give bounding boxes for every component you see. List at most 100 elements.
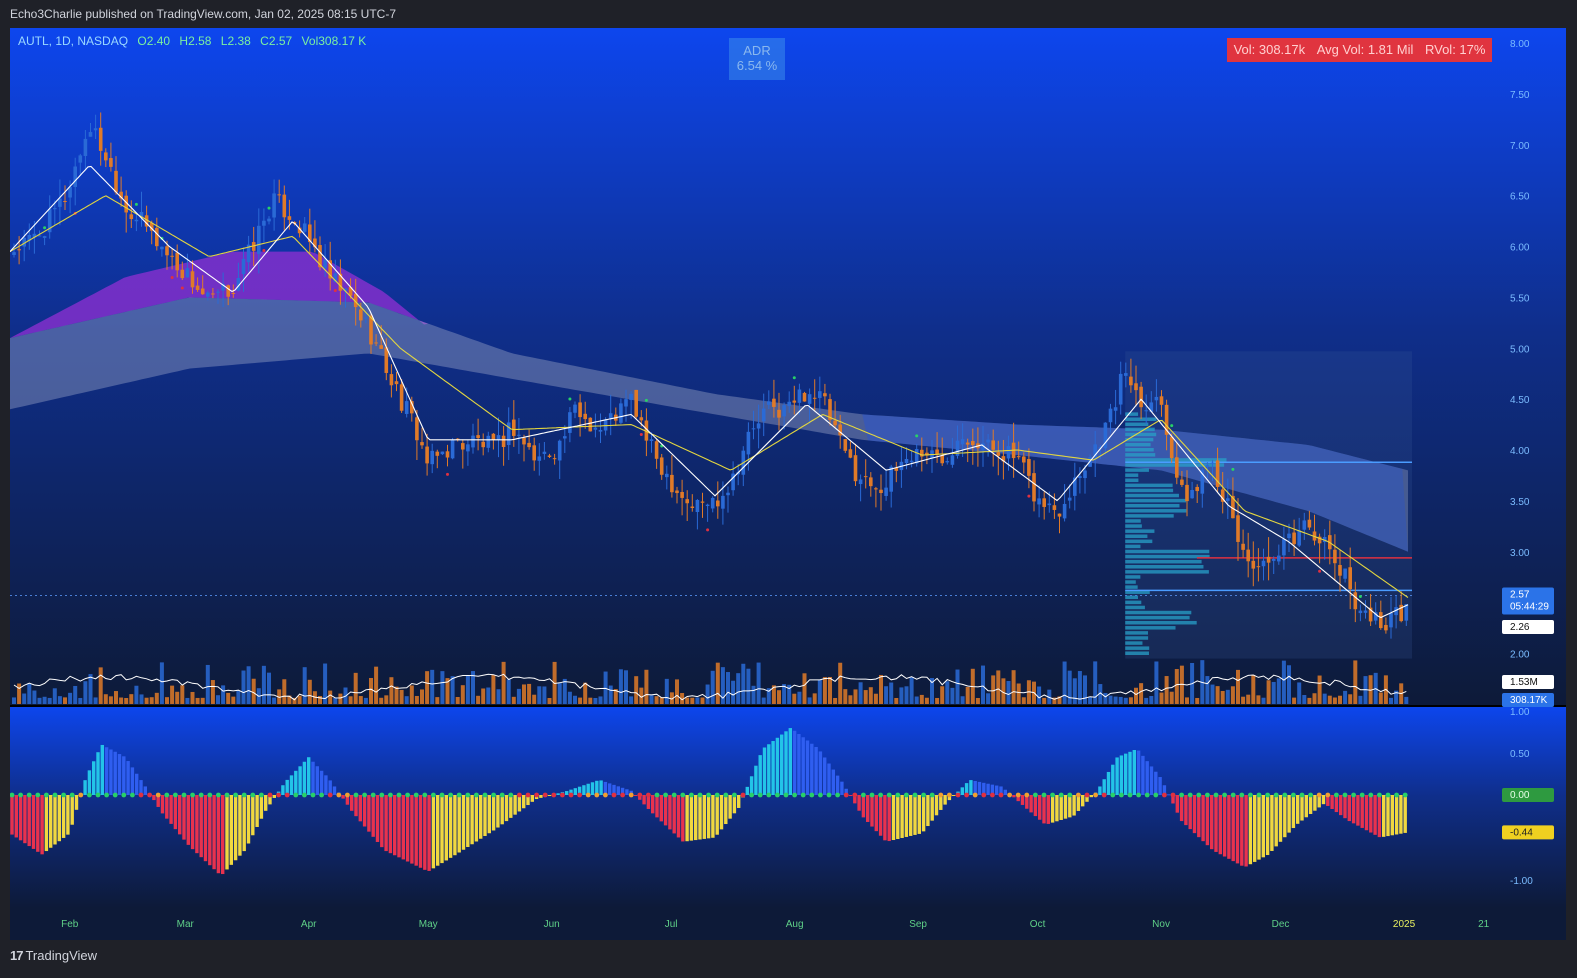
oscillator-bar (405, 795, 410, 862)
volume-bar (369, 677, 373, 704)
volume-bar (1134, 687, 1138, 704)
squeeze-dot (689, 792, 694, 798)
candle-body (1379, 612, 1383, 629)
volume-bar (965, 686, 970, 704)
oscillator-bar (642, 795, 646, 805)
candle-body (170, 255, 174, 257)
oscillator-bar (384, 795, 388, 852)
candle-body (858, 479, 863, 485)
squeeze-dot (465, 792, 471, 798)
squeeze-dot (990, 792, 995, 798)
squeeze-dot (1248, 792, 1253, 798)
volume-bar (241, 670, 246, 704)
symbol-legend[interactable]: AUTL, 1D, NASDAQ O2.40 H2.58 L2.38 C2.57… (18, 34, 372, 48)
candle-body (491, 433, 496, 441)
volume-bar (1230, 686, 1235, 704)
price-axis-tick-label: 6.50 (1510, 192, 1530, 203)
volume-bar (935, 697, 940, 704)
time-axis-label: 2025 (1393, 919, 1416, 930)
oscillator-bar (169, 795, 173, 824)
price-axis-tick-label: 4.00 (1510, 446, 1530, 457)
volume-bar (756, 662, 761, 704)
candle-body (180, 269, 185, 279)
candle-body (537, 456, 542, 461)
oscillator-bar (565, 791, 569, 795)
candle-body (756, 423, 761, 429)
volume-bar (950, 687, 955, 704)
oscillator-bar (509, 795, 513, 818)
squeeze-dot (964, 792, 969, 798)
candle-body (1307, 519, 1312, 528)
oscillator-bar (397, 795, 401, 858)
oscillator-bar (1240, 795, 1244, 866)
oscillator-bar (590, 782, 595, 795)
volume-bar (353, 672, 358, 704)
volume-bar (1062, 661, 1067, 704)
squeeze-dot (723, 792, 729, 798)
oscillator-bar (448, 795, 453, 858)
candle-body (884, 487, 888, 496)
signal-dot (262, 249, 266, 253)
squeeze-dot (1041, 792, 1047, 798)
squeeze-dot (646, 792, 651, 798)
time-axis-label: 21 (1478, 919, 1490, 930)
chart-svg[interactable]: 8.00 7.50 7.00 6.50 6.00 5.50 5.00 4.50 4.00 3.50… (10, 28, 1566, 940)
oscillator-bar (1278, 795, 1283, 842)
oscillator-bar (436, 795, 440, 866)
oscillator-bar (797, 734, 801, 795)
legend-open: O2.40 (137, 34, 171, 48)
oscillator-bar (1192, 795, 1197, 834)
volume-bar (379, 697, 384, 704)
volume-bar (960, 696, 965, 704)
oscillator-bar (96, 752, 100, 795)
oscillator-bar (178, 795, 182, 835)
squeeze-dot (18, 792, 23, 798)
candle-body (818, 391, 822, 398)
squeeze-dot (912, 792, 918, 798)
candle-body (450, 439, 455, 459)
oscillator-bar (1253, 795, 1257, 862)
squeeze-dot (706, 792, 711, 798)
squeeze-dot (1308, 792, 1313, 798)
candle-body (63, 200, 67, 202)
squeeze-dot (87, 792, 92, 798)
oscillator-bar (1330, 795, 1334, 810)
squeeze-dot (663, 792, 668, 798)
candle-body (471, 435, 475, 448)
candle-body (909, 460, 914, 463)
squeeze-dot (1342, 792, 1348, 798)
oscillator-bar (233, 795, 238, 861)
time-axis-label: Sep (909, 919, 927, 930)
candle-body (665, 473, 669, 478)
candle-body (705, 504, 710, 507)
volume-profile-bar (1125, 493, 1179, 498)
legend-symbol[interactable]: AUTL, 1D, NASDAQ (18, 34, 128, 48)
candle-body (1006, 446, 1011, 459)
volume-bar (532, 694, 537, 704)
candle-body (843, 439, 848, 451)
squeeze-dot (680, 792, 686, 798)
squeeze-dot (439, 792, 445, 798)
oscillator-bar (444, 795, 448, 861)
volume-profile-bar (1125, 570, 1209, 574)
volume-bar (297, 695, 302, 704)
squeeze-dot (448, 792, 453, 798)
oscillator-bar (517, 795, 522, 812)
volume-profile-bar (1125, 641, 1143, 645)
volume-bar (618, 669, 623, 704)
oscillator-bar (401, 795, 405, 860)
oscillator-bar (152, 795, 156, 801)
oscillator-bar (491, 795, 496, 831)
volume-bar (868, 687, 873, 704)
volume-bar (195, 697, 200, 704)
chart-frame[interactable]: 8.00 7.50 7.00 6.50 6.00 5.50 5.00 4.50 4.00 3.50… (10, 28, 1566, 940)
volume-bar (27, 683, 32, 704)
volume-bar (807, 697, 812, 704)
oscillator-bar (676, 795, 681, 838)
oscillator-bar (500, 795, 504, 825)
tradingview-logo[interactable]: 17 TradingView (10, 948, 97, 963)
price-axis-tick-label: 3.00 (1510, 548, 1530, 559)
volume-bar (1210, 684, 1215, 704)
signal-dot (134, 202, 138, 206)
volume-bar (210, 680, 215, 704)
